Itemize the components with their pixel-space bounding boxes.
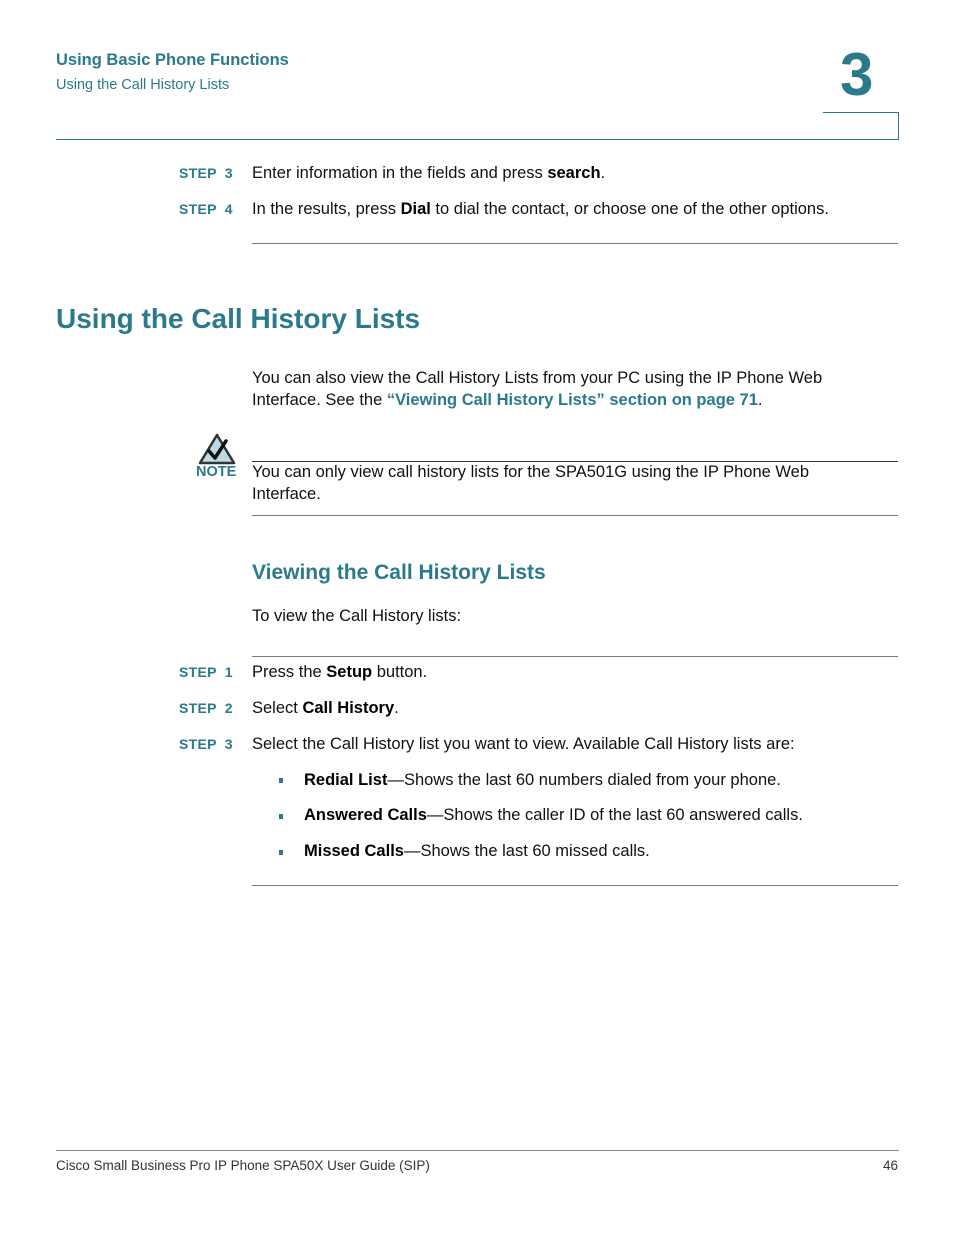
note-bottom-divider [252,515,898,516]
step-text-pre: Press the [252,663,327,681]
intro-text: . [757,391,763,409]
subsection-intro: To view the Call History lists: [252,607,462,625]
divider [252,885,898,886]
list-item-description: —Shows the last 60 numbers dialed from y… [387,771,781,789]
section-breadcrumb: Using the Call History Lists [56,77,230,93]
chapter-number: 3 [840,41,874,108]
step-text-post: button. [372,663,428,681]
step-word: STEP [179,201,217,217]
step-text: In the results, press Dial to dial the c… [252,198,829,220]
step-number: 3 [224,165,233,181]
list-item: Missed Calls—Shows the last 60 missed ca… [304,840,650,862]
checkmark-triangle-icon [198,433,236,465]
note-line: Interface. [252,485,321,503]
step-word: STEP [179,664,217,680]
step-text-post: . [600,164,606,182]
step-text-pre: Enter information in the fields and pres… [252,164,548,182]
page-number: 46 [882,1158,898,1173]
step-label: STEP 1 [179,664,233,680]
step-word: STEP [179,165,217,181]
step-label: STEP 3 [179,165,233,181]
step-word: STEP [179,736,217,752]
note-label: NOTE [196,464,237,480]
bullet-marker [279,814,283,819]
section-heading: Using the Call History Lists [56,303,421,334]
note-line: You can only view call history lists for… [252,463,810,481]
note-text: You can only view call history lists for… [252,461,809,505]
step-text-post: to dial the contact, or choose one of th… [430,200,829,218]
intro-line: Interface. See the “Viewing Call History… [252,389,822,411]
step-text: Select Call History. [252,697,399,719]
step-text-pre: In the results, press [252,200,401,218]
divider [252,243,898,244]
list-item-description: —Shows the last 60 missed calls. [403,842,650,860]
list-item-term: Answered Calls [304,806,427,824]
step-number: 3 [224,736,233,752]
list-item: Answered Calls—Shows the caller ID of th… [304,804,803,826]
subsection-heading: Viewing the Call History Lists [252,561,546,584]
divider [252,656,898,657]
list-item-term: Redial List [304,771,388,789]
step-label: STEP 4 [179,201,233,217]
list-item-term: Missed Calls [304,842,404,860]
step-word: STEP [179,700,217,716]
chapter-tab-box [823,112,899,140]
intro-text: Interface. See the [252,391,387,409]
footer-divider [56,1150,899,1151]
step-keyword: Call History [302,699,395,717]
step-text: Select the Call History list you want to… [252,733,795,755]
step-number: 1 [224,664,233,680]
section-intro: You can also view the Call History Lists… [252,367,822,411]
step-text-pre: Select the Call History list you want to… [252,735,795,753]
step-keyword: Dial [400,200,431,218]
step-keyword: search [547,164,601,182]
step-label: STEP 3 [179,736,233,752]
bullet-marker [279,778,283,783]
list-item-description: —Shows the caller ID of the last 60 answ… [426,806,803,824]
header-divider [56,139,899,140]
cross-reference-link[interactable]: “Viewing Call History Lists” section on … [387,391,758,409]
step-label: STEP 2 [179,700,233,716]
footer-title: Cisco Small Business Pro IP Phone SPA50X… [56,1158,430,1173]
list-item: Redial List—Shows the last 60 numbers di… [304,769,781,791]
intro-line: You can also view the Call History Lists… [252,369,823,387]
step-keyword: Setup [326,663,373,681]
step-text: Enter information in the fields and pres… [252,162,605,184]
step-text-post: . [394,699,399,717]
chapter-title: Using Basic Phone Functions [56,51,289,69]
step-text-pre: Select [252,699,303,717]
bullet-marker [279,850,283,855]
step-text: Press the Setup button. [252,661,427,683]
step-number: 4 [224,201,233,217]
step-number: 2 [224,700,233,716]
